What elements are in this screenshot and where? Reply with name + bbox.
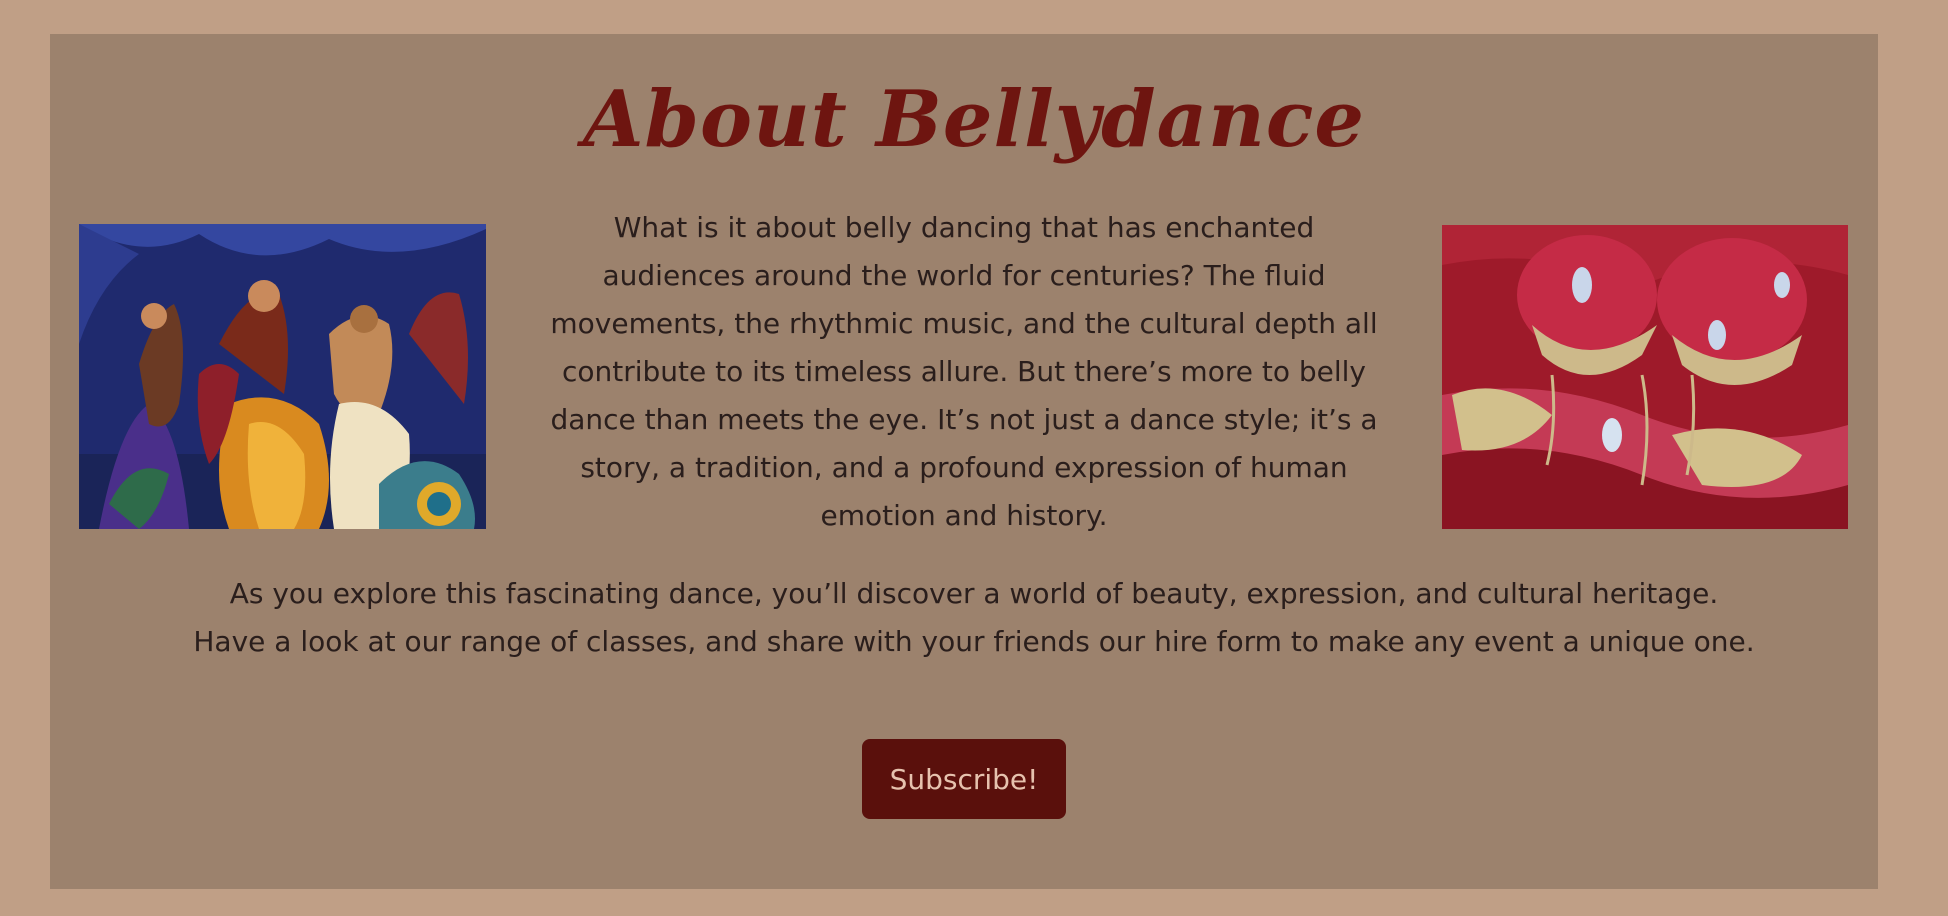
costume-image xyxy=(1442,225,1848,529)
subscribe-button[interactable]: Subscribe! xyxy=(862,739,1066,819)
outro-line-1: As you explore this fascinating dance, y… xyxy=(229,577,1719,610)
dancers-painting-image xyxy=(79,224,486,529)
outro-paragraph: As you explore this fascinating dance, y… xyxy=(70,570,1878,666)
outro-line-2: Have a look at our range of classes, and… xyxy=(193,625,1755,658)
page-title: About Bellydance xyxy=(582,74,1366,165)
intro-paragraph: What is it about belly dancing that has … xyxy=(550,211,1378,532)
